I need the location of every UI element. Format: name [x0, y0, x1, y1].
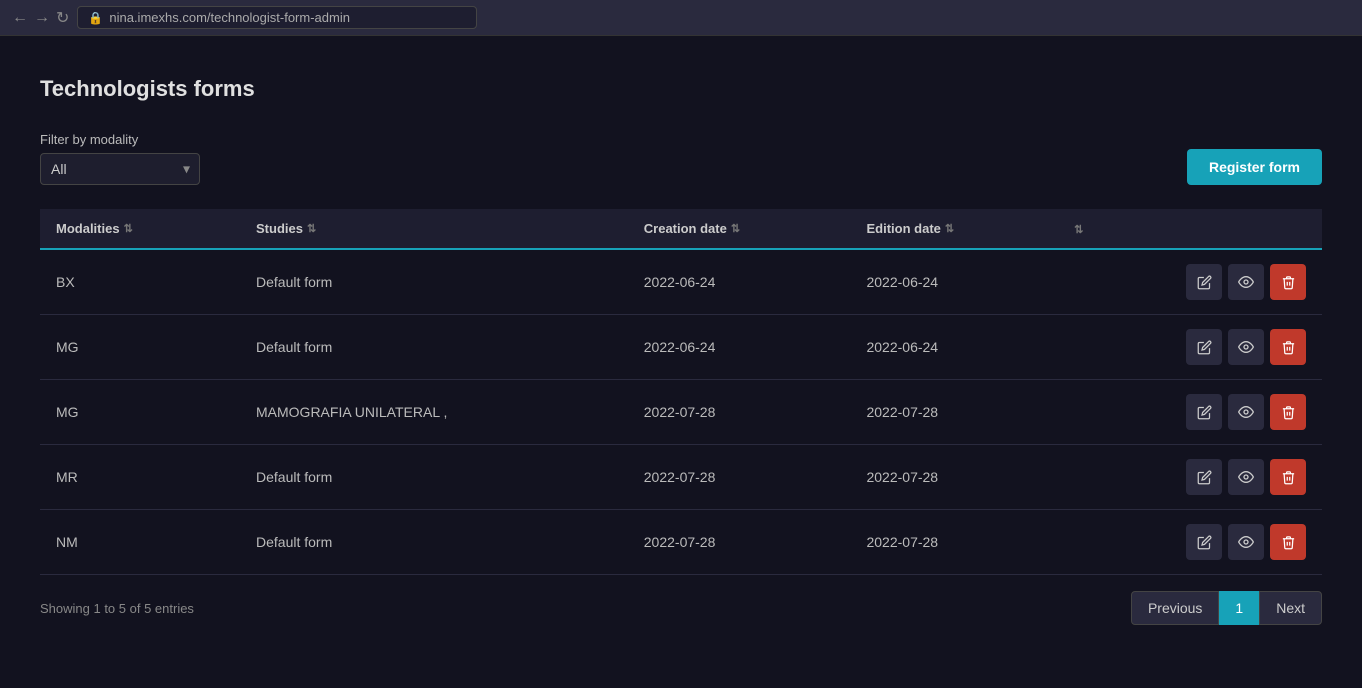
cell-actions: [1058, 445, 1322, 510]
cell-modality: MG: [40, 380, 240, 445]
cell-actions: [1058, 249, 1322, 315]
previous-button[interactable]: Previous: [1131, 591, 1219, 625]
page-title: Technologists forms: [40, 76, 1322, 102]
next-button[interactable]: Next: [1259, 591, 1322, 625]
table-footer: Showing 1 to 5 of 5 entries Previous 1 N…: [40, 591, 1322, 625]
view-button[interactable]: [1228, 329, 1264, 365]
table-row: NMDefault form2022-07-282022-07-28: [40, 510, 1322, 575]
col-studies: Studies ⇅: [240, 209, 628, 249]
col-modalities-label: Modalities: [56, 221, 120, 236]
cell-studies: Default form: [240, 315, 628, 380]
edit-button[interactable]: [1186, 459, 1222, 495]
url-text: nina.imexhs.com/technologist-form-admin: [109, 10, 350, 25]
cell-actions: [1058, 380, 1322, 445]
edit-button[interactable]: [1186, 394, 1222, 430]
view-button[interactable]: [1228, 264, 1264, 300]
cell-actions: [1058, 510, 1322, 575]
pagination: Previous 1 Next: [1131, 591, 1322, 625]
cell-modality: NM: [40, 510, 240, 575]
sort-actions-icon[interactable]: ⇅: [1074, 224, 1083, 236]
col-creation-date-label: Creation date: [644, 221, 727, 236]
sort-edition-icon[interactable]: ⇅: [945, 222, 954, 235]
delete-button[interactable]: [1270, 394, 1306, 430]
reload-button[interactable]: ↻: [56, 8, 69, 28]
cell-modality: MR: [40, 445, 240, 510]
actions-group: [1074, 329, 1306, 365]
cell-edition-date: 2022-07-28: [850, 510, 1058, 575]
page-1-button[interactable]: 1: [1219, 591, 1259, 625]
cell-creation-date: 2022-06-24: [628, 249, 851, 315]
table-row: MGMAMOGRAFIA UNILATERAL ,2022-07-282022-…: [40, 380, 1322, 445]
col-edition-date-label: Edition date: [866, 221, 940, 236]
cell-actions: [1058, 315, 1322, 380]
view-button[interactable]: [1228, 394, 1264, 430]
cell-edition-date: 2022-06-24: [850, 315, 1058, 380]
delete-button[interactable]: [1270, 329, 1306, 365]
table-row: MRDefault form2022-07-282022-07-28: [40, 445, 1322, 510]
actions-group: [1074, 264, 1306, 300]
col-modalities: Modalities ⇅: [40, 209, 240, 249]
view-button[interactable]: [1228, 459, 1264, 495]
lock-icon: 🔒: [88, 11, 103, 25]
cell-studies: Default form: [240, 510, 628, 575]
delete-button[interactable]: [1270, 524, 1306, 560]
filter-section: Filter by modality All BX MG MR NM: [40, 132, 200, 185]
col-creation-date: Creation date ⇅: [628, 209, 851, 249]
nav-buttons[interactable]: ← → ↻: [12, 8, 69, 28]
cell-studies: Default form: [240, 249, 628, 315]
view-button[interactable]: [1228, 524, 1264, 560]
table-row: BXDefault form2022-06-242022-06-24: [40, 249, 1322, 315]
cell-studies: MAMOGRAFIA UNILATERAL ,: [240, 380, 628, 445]
cell-edition-date: 2022-06-24: [850, 249, 1058, 315]
sort-creation-icon[interactable]: ⇅: [731, 222, 740, 235]
delete-button[interactable]: [1270, 459, 1306, 495]
cell-creation-date: 2022-06-24: [628, 315, 851, 380]
register-form-button[interactable]: Register form: [1187, 149, 1322, 185]
address-bar[interactable]: 🔒 nina.imexhs.com/technologist-form-admi…: [77, 6, 477, 29]
table-header-row: Modalities ⇅ Studies ⇅ Creation date ⇅: [40, 209, 1322, 249]
cell-creation-date: 2022-07-28: [628, 445, 851, 510]
modality-select[interactable]: All BX MG MR NM: [40, 153, 200, 185]
col-studies-label: Studies: [256, 221, 303, 236]
actions-group: [1074, 459, 1306, 495]
actions-group: [1074, 394, 1306, 430]
actions-group: [1074, 524, 1306, 560]
page-container: Technologists forms Filter by modality A…: [0, 36, 1362, 645]
cell-studies: Default form: [240, 445, 628, 510]
table-row: MGDefault form2022-06-242022-06-24: [40, 315, 1322, 380]
cell-modality: BX: [40, 249, 240, 315]
modality-select-wrapper[interactable]: All BX MG MR NM: [40, 153, 200, 185]
cell-modality: MG: [40, 315, 240, 380]
browser-bar: ← → ↻ 🔒 nina.imexhs.com/technologist-for…: [0, 0, 1362, 36]
edit-button[interactable]: [1186, 264, 1222, 300]
cell-creation-date: 2022-07-28: [628, 380, 851, 445]
data-table: Modalities ⇅ Studies ⇅ Creation date ⇅: [40, 209, 1322, 575]
cell-edition-date: 2022-07-28: [850, 445, 1058, 510]
cell-edition-date: 2022-07-28: [850, 380, 1058, 445]
delete-button[interactable]: [1270, 264, 1306, 300]
cell-creation-date: 2022-07-28: [628, 510, 851, 575]
forward-button[interactable]: →: [34, 9, 50, 27]
sort-studies-icon[interactable]: ⇅: [307, 222, 316, 235]
top-bar: Filter by modality All BX MG MR NM Regis…: [40, 132, 1322, 185]
edit-button[interactable]: [1186, 524, 1222, 560]
sort-modalities-icon[interactable]: ⇅: [124, 222, 133, 235]
entries-info: Showing 1 to 5 of 5 entries: [40, 601, 194, 616]
filter-label: Filter by modality: [40, 132, 200, 147]
table-body: BXDefault form2022-06-242022-06-24MGDefa…: [40, 249, 1322, 575]
col-actions: ⇅: [1058, 209, 1322, 249]
col-edition-date: Edition date ⇅: [850, 209, 1058, 249]
edit-button[interactable]: [1186, 329, 1222, 365]
back-button[interactable]: ←: [12, 9, 28, 27]
